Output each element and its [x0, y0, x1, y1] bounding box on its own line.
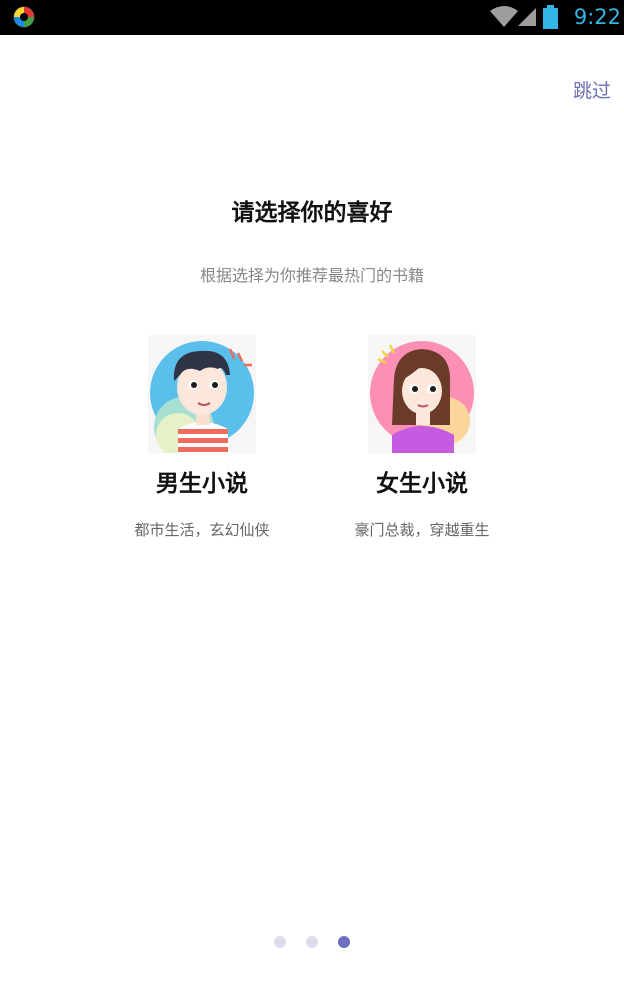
status-clock: 9:22 [573, 5, 621, 29]
page-indicator [272, 936, 352, 950]
page-dot[interactable] [306, 936, 318, 948]
battery-icon [543, 5, 558, 29]
girl-avatar-icon [368, 335, 476, 453]
skip-button[interactable]: 跳过 [555, 76, 611, 106]
app-icon [13, 6, 35, 28]
page-subtitle: 根据选择为你推荐最热门的书籍 [199, 266, 424, 285]
status-bar: 9:22 [0, 0, 624, 35]
option-description: 豪门总裁，穿越重生 [354, 521, 490, 539]
option-description: 都市生活，玄幻仙侠 [134, 521, 270, 539]
wifi-icon [490, 6, 518, 27]
page-dot[interactable] [274, 936, 286, 948]
page-dot-active[interactable] [338, 936, 350, 948]
page-title: 请选择你的喜好 [231, 200, 393, 226]
signal-icon [518, 8, 536, 26]
option-title: 女生小说 [376, 471, 468, 497]
boy-avatar-icon [148, 335, 256, 453]
option-male-novels[interactable]: 男生小说 都市生活，玄幻仙侠 [102, 335, 302, 555]
option-female-novels[interactable]: 女生小说 豪门总裁，穿越重生 [322, 335, 522, 555]
option-title: 男生小说 [156, 471, 248, 497]
